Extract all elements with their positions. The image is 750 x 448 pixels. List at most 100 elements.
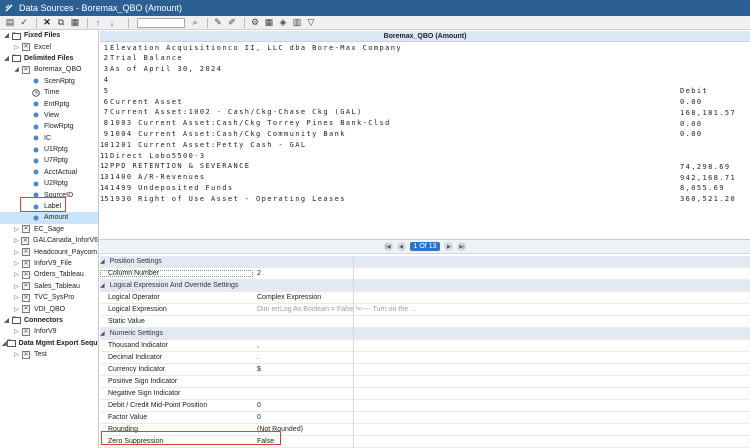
tree-item[interactable]: View [0, 110, 98, 121]
line-amount: 0.00 [680, 98, 703, 106]
tree-group[interactable]: ◢ Fixed Files [0, 30, 98, 41]
edit-icon[interactable]: ✐ [226, 17, 238, 29]
property-section[interactable]: ◢ Numeric Settings [100, 328, 750, 340]
expand-icon[interactable]: ▷ [12, 237, 21, 244]
line-amount: 74,298.69 [680, 162, 731, 171]
open-icon[interactable]: ▤ [4, 17, 16, 29]
pencil-icon[interactable]: ✎ [212, 17, 224, 29]
tree-item[interactable]: ▷ ✕ EC_Sage [0, 224, 98, 235]
line-text: 1400 A/R-Revenues [110, 173, 206, 182]
property-row[interactable]: Logical Expression Dim errLog As Boolean … [100, 304, 750, 316]
collapse-icon[interactable]: ◢ [2, 55, 11, 62]
expand-icon[interactable]: ▷ [12, 271, 21, 278]
property-row[interactable]: Negative Sign Indicator [100, 388, 750, 400]
data-source-icon: ✕ [22, 270, 30, 279]
preview-line: 2 Trial Balance [100, 53, 183, 64]
property-section[interactable]: ◢ Position Settings [100, 256, 750, 268]
property-value[interactable]: 2 [253, 270, 261, 277]
tree-item[interactable]: ◢ ✕ Boremax_QBO [0, 64, 98, 75]
tree-group[interactable]: ◢ Connectors [0, 315, 98, 326]
down-icon[interactable]: ↓ [106, 17, 118, 29]
tree-item-label: VDI_QBO [34, 305, 66, 313]
tree-item-label: U2Rptg [44, 180, 68, 188]
grid-icon[interactable]: ▦ [263, 17, 275, 29]
first-page-button[interactable]: |◀ [383, 242, 393, 251]
toolbar-separator [36, 17, 37, 28]
last-page-button[interactable]: ▶| [457, 242, 467, 251]
expand-icon[interactable]: ▷ [12, 328, 21, 335]
tree-item[interactable]: FlowRptg [0, 121, 98, 132]
tree-item[interactable]: Amount [0, 212, 98, 224]
filter-icon[interactable]: ▽ [305, 17, 317, 29]
tree-item[interactable]: ▷ ✕ InforV9 [0, 326, 98, 337]
tree-item[interactable]: ▷ ✕ VDI_QBO [0, 303, 98, 314]
line-number: 7 [103, 108, 108, 117]
property-value[interactable]: , [253, 342, 259, 349]
property-row[interactable]: Logical Operator Complex Expression [100, 292, 750, 304]
tree-item[interactable]: ▷ ✕ GALCanada_InforV6 [0, 235, 98, 246]
paste-icon[interactable]: ▦ [69, 17, 81, 29]
tool-icon[interactable]: ⚙ [249, 17, 261, 29]
expand-icon[interactable]: ▷ [12, 283, 21, 290]
delete-icon[interactable]: ✕ [41, 17, 53, 29]
property-row[interactable]: Thousand Indicator, [100, 340, 750, 352]
collapse-icon[interactable]: ◢ [100, 330, 105, 337]
tree-item[interactable]: ▷ ✕ Headcount_Paycom [0, 246, 98, 257]
expand-icon[interactable]: ▷ [12, 260, 21, 267]
expand-icon[interactable]: ▷ [12, 294, 21, 301]
tree-item[interactable]: ▷ ✕ TVC_SysPro [0, 292, 98, 303]
tree-item[interactable]: U2Rptg [0, 178, 98, 189]
tree-item[interactable]: ▷ ✕ Sales_Tableau [0, 281, 98, 292]
expand-icon[interactable]: ▷ [12, 249, 21, 256]
collapse-icon[interactable]: ◢ [2, 32, 11, 39]
tree-item[interactable]: ▷ ✕ Test [0, 349, 98, 360]
tree-group[interactable]: ◢ Data Mgmt Export Seque [0, 338, 98, 349]
property-row[interactable]: Positive Sign Indicator [100, 376, 750, 388]
tree-item[interactable]: U7Rptg [0, 155, 98, 166]
expand-icon[interactable]: ▷ [12, 226, 21, 233]
run-icon[interactable]: ✓ [18, 17, 30, 29]
property-value[interactable]: 0 [253, 402, 261, 409]
property-value[interactable]: . [253, 354, 259, 361]
property-row[interactable]: Column Number 2 [100, 268, 750, 280]
binoculars-icon[interactable]: ⌕ [189, 17, 201, 29]
expand-icon[interactable]: ▷ [12, 351, 21, 358]
tree-item[interactable]: U1Rptg [0, 144, 98, 155]
tree-item[interactable]: ▷ ✕ Orders_Tableau [0, 269, 98, 280]
property-value[interactable]: $ [253, 366, 261, 373]
tree-item[interactable]: ScenRptg [0, 76, 98, 87]
collapse-icon[interactable]: ◢ [12, 66, 21, 73]
collapse-icon[interactable]: ◢ [100, 258, 105, 265]
property-row[interactable]: Static Value [100, 316, 750, 328]
property-name: Factor Value [108, 414, 148, 421]
tree-item[interactable]: Time [0, 87, 98, 98]
property-value[interactable]: Complex Expression [253, 294, 321, 301]
chart-icon[interactable]: ▥ [291, 17, 303, 29]
tag-icon[interactable]: ◈ [277, 17, 289, 29]
property-row[interactable]: Decimal Indicator. [100, 352, 750, 364]
next-page-button[interactable]: ▶ [444, 242, 454, 251]
search-input[interactable] [137, 17, 185, 28]
tree-item[interactable]: IC [0, 133, 98, 144]
property-row[interactable]: Debit / Credit Mid-Point Position 0 [100, 400, 750, 412]
tree-item-label: Amount [44, 214, 69, 222]
copy-icon[interactable]: ⧉ [55, 17, 67, 29]
tree-item[interactable]: EntRptg [0, 98, 98, 109]
tree-group[interactable]: ◢ Delimited Files [0, 53, 98, 64]
property-value[interactable]: 0 [253, 414, 261, 421]
up-icon[interactable]: ↑ [92, 17, 104, 29]
collapse-icon[interactable]: ◢ [2, 317, 11, 324]
prev-page-button[interactable]: ◀ [396, 242, 406, 251]
property-section[interactable]: ◢ Logical Expression And Override Setting… [100, 280, 750, 292]
tree-item[interactable]: AcctActual [0, 167, 98, 178]
line-text: 1499 Undeposited Funds [110, 183, 234, 192]
expand-icon[interactable]: ▷ [12, 306, 21, 313]
property-row[interactable]: Currency Indicator $ [100, 364, 750, 376]
property-value[interactable]: Dim errLog As Boolean = False '<---- Tur… [253, 306, 416, 313]
tree-item[interactable]: ▷ ✕ Excel [0, 41, 98, 52]
expand-icon[interactable]: ▷ [12, 44, 21, 51]
tree-item[interactable]: ▷ ✕ InforV9_File [0, 258, 98, 269]
collapse-icon[interactable]: ◢ [100, 282, 105, 289]
property-row[interactable]: Factor Value 0 [100, 412, 750, 424]
line-amount: 942,168.71 [680, 173, 737, 182]
